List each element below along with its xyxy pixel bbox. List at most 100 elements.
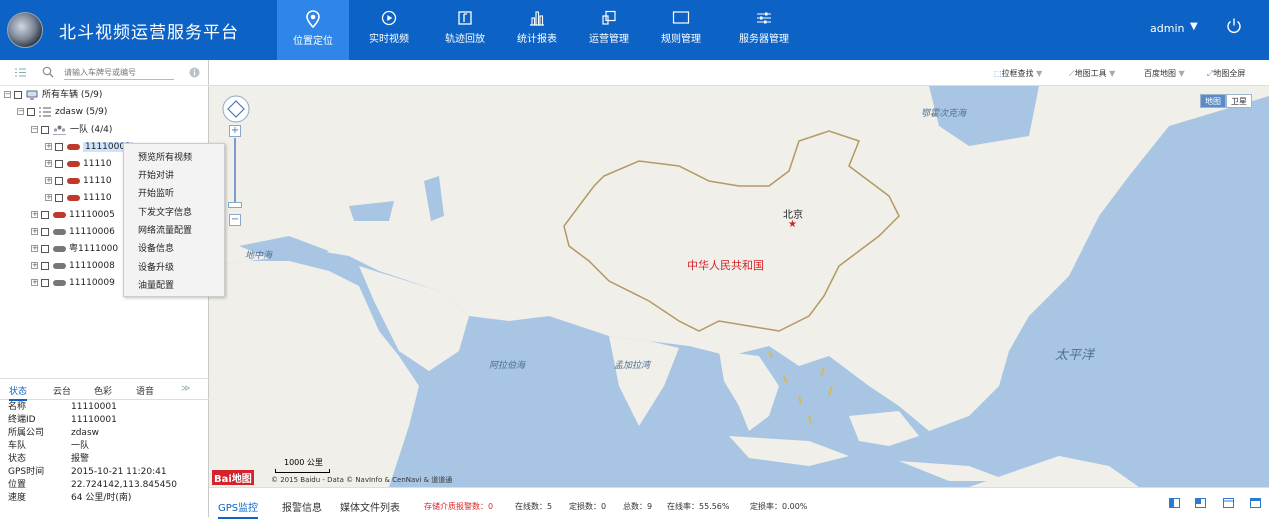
nav-label: 实时视频: [369, 34, 409, 45]
menu-network-config[interactable]: 网络流量配置: [138, 223, 192, 236]
tree-checkbox[interactable]: [27, 107, 35, 116]
tab-status[interactable]: 状态: [9, 384, 28, 401]
map-label-pacific: 太平洋: [1055, 348, 1095, 363]
vehicle-icon: [67, 143, 80, 150]
tree-node-root[interactable]: − 所有车辆 (5/9): [4, 87, 102, 103]
expand-icon[interactable]: +: [31, 279, 38, 286]
search-input[interactable]: [64, 66, 174, 80]
fullscreen-button[interactable]: ⤢地图全屏: [1207, 68, 1245, 79]
expand-icon[interactable]: +: [45, 177, 52, 184]
tree-vehicle[interactable]: +11110: [45, 173, 112, 189]
tree-node-company[interactable]: − zdasw (5/9): [17, 104, 107, 120]
app-title: 北斗视频运营服务平台: [59, 23, 239, 43]
menu-device-info[interactable]: 设备信息: [138, 241, 174, 254]
tree-checkbox[interactable]: [41, 125, 49, 134]
tree-vehicle[interactable]: +11110009: [31, 275, 115, 291]
tree-checkbox[interactable]: [41, 210, 49, 219]
nav-statistics[interactable]: 统计报表: [501, 0, 573, 60]
expand-icon[interactable]: +: [45, 194, 52, 201]
vehicle-icon: [53, 211, 66, 218]
expand-icon[interactable]: +: [31, 262, 38, 269]
tree-checkbox[interactable]: [41, 261, 49, 270]
tree-label: 11110008: [69, 261, 115, 271]
expand-icon[interactable]: +: [45, 143, 52, 150]
tab-media-files[interactable]: 媒体文件列表: [340, 499, 400, 514]
nav-label: 规则管理: [661, 34, 701, 45]
alarm-count: 存储介质报警数：0: [424, 502, 494, 511]
tree-checkbox[interactable]: [41, 278, 49, 287]
nav-label: 轨迹回放: [445, 34, 485, 45]
tree-checkbox[interactable]: [55, 142, 63, 151]
tree-vehicle[interactable]: +11110006: [31, 224, 115, 240]
caret-down-icon[interactable]: ▼: [1190, 21, 1198, 32]
user-menu[interactable]: admin: [1150, 22, 1184, 35]
expand-icon[interactable]: +: [31, 228, 38, 235]
zoom-slider-track[interactable]: [234, 138, 236, 204]
tree-vehicle[interactable]: +11110: [45, 156, 112, 172]
nav-realtime-video[interactable]: 实时视频: [353, 0, 425, 60]
menu-fuel-config[interactable]: 油量配置: [138, 278, 174, 291]
box-search-button[interactable]: ⬚拉框查找 ▼: [994, 68, 1042, 79]
layout-split-icon[interactable]: [1195, 498, 1206, 508]
tree-checkbox[interactable]: [41, 244, 49, 253]
expand-icon[interactable]: +: [45, 160, 52, 167]
tree-checkbox[interactable]: [14, 90, 22, 99]
map-view[interactable]: 鄂霍次克海 地中海 阿拉伯海 孟加拉湾 太平洋 中华人民共和国 北京 ★ + −…: [209, 86, 1269, 487]
map-type-map-button[interactable]: 地图: [1200, 94, 1226, 108]
nav-rules[interactable]: 规则管理: [645, 0, 717, 60]
collapse-icon[interactable]: −: [4, 91, 11, 98]
fixed-count: 定损数：0: [569, 502, 607, 511]
baidu-map-button[interactable]: 百度地图 ▼: [1144, 68, 1185, 79]
collapse-icon[interactable]: ≫: [181, 384, 190, 394]
power-icon[interactable]: [1225, 17, 1243, 35]
zoom-in-button[interactable]: +: [229, 125, 241, 137]
search-icon[interactable]: [42, 66, 54, 78]
tab-ptz[interactable]: 云台: [53, 384, 71, 397]
list-icon[interactable]: [15, 68, 26, 77]
nav-location[interactable]: 位置定位: [277, 0, 349, 60]
menu-device-upgrade[interactable]: 设备升级: [138, 260, 174, 273]
tab-color[interactable]: 色彩: [94, 384, 112, 397]
tree-node-team[interactable]: − 一队 (4/4): [31, 122, 112, 138]
tree-vehicle[interactable]: + 粤1111000: [31, 241, 118, 257]
pan-control[interactable]: [221, 94, 251, 124]
tree-checkbox[interactable]: [55, 159, 63, 168]
map-type-satellite-button[interactable]: 卫星: [1226, 94, 1252, 108]
tab-alarm-info[interactable]: 报警信息: [282, 499, 322, 514]
menu-start-intercom[interactable]: 开始对讲: [138, 168, 174, 181]
map-type-switch: 地图 卫星: [1200, 94, 1252, 108]
zoom-slider-handle[interactable]: [228, 202, 242, 208]
zoom-out-button[interactable]: −: [229, 214, 241, 226]
online-count: 在线数：5: [515, 502, 553, 511]
menu-send-text[interactable]: 下发文字信息: [138, 205, 192, 218]
menu-preview-all-video[interactable]: 预览所有视频: [138, 150, 192, 163]
tree-checkbox[interactable]: [55, 176, 63, 185]
tree-checkbox[interactable]: [41, 227, 49, 236]
tree-vehicle[interactable]: +11110005: [31, 207, 115, 223]
tree-label: 一队 (4/4): [70, 125, 113, 135]
expand-icon[interactable]: +: [31, 245, 38, 252]
menu-start-monitor[interactable]: 开始监听: [138, 186, 174, 199]
tab-gps-monitor[interactable]: GPS监控: [218, 499, 259, 519]
layout-max-icon[interactable]: [1250, 498, 1261, 508]
map-tools-button[interactable]: ⟋地图工具 ▼: [1069, 68, 1115, 79]
info-icon[interactable]: [189, 67, 200, 78]
layout-left-icon[interactable]: [1169, 498, 1180, 508]
collapse-icon[interactable]: −: [17, 108, 24, 115]
nav-operation[interactable]: 运营管理: [573, 0, 645, 60]
tree-vehicle[interactable]: +11110008: [31, 258, 115, 274]
collapse-icon[interactable]: −: [31, 126, 38, 133]
tree-vehicle-selected[interactable]: +11110001: [45, 139, 133, 155]
computer-icon: [26, 90, 38, 99]
location-pin-icon: [306, 10, 320, 28]
tree-checkbox[interactable]: [55, 193, 63, 202]
tree-vehicle[interactable]: +11110: [45, 190, 112, 206]
tab-voice[interactable]: 语音: [136, 384, 154, 397]
expand-icon[interactable]: +: [31, 211, 38, 218]
nav-server[interactable]: 服务器管理: [725, 0, 803, 60]
nav-track-playback[interactable]: 轨迹回放: [429, 0, 501, 60]
map-scale-label: 1000 公里: [284, 458, 323, 467]
search-row: [0, 60, 209, 86]
play-circle-icon: [381, 10, 397, 26]
layout-window-icon[interactable]: [1223, 498, 1234, 508]
